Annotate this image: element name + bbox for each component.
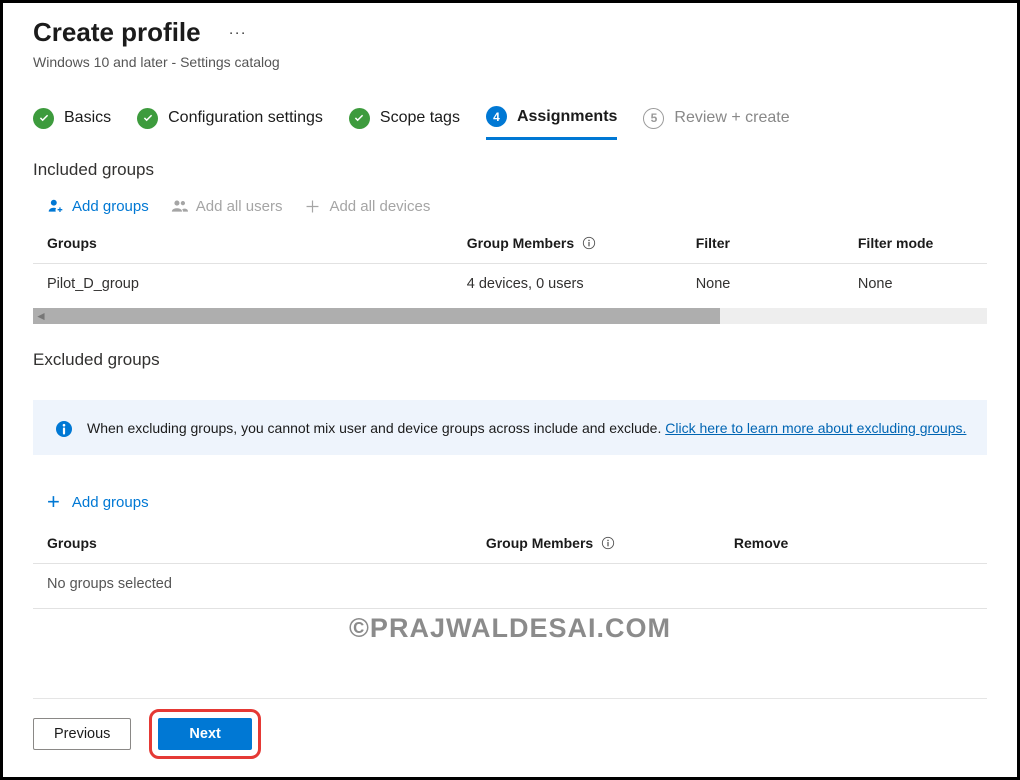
empty-message: No groups selected [33, 564, 987, 605]
info-icon [55, 420, 73, 438]
plus-icon [304, 198, 321, 215]
footer-divider [33, 698, 987, 699]
wizard-steps: Basics Configuration settings Scope tags… [33, 106, 987, 130]
previous-button[interactable]: Previous [33, 718, 131, 750]
col-group-members[interactable]: Group Members [453, 225, 682, 264]
info-icon[interactable] [601, 536, 615, 550]
add-all-users-button[interactable]: Add all users [171, 198, 283, 215]
check-icon [349, 108, 370, 129]
step-number-icon: 4 [486, 106, 507, 127]
scrollbar-thumb[interactable] [33, 308, 720, 324]
step-basics[interactable]: Basics [33, 108, 111, 129]
cell-filter-mode: None [844, 264, 987, 305]
step-label: Assignments [517, 108, 617, 126]
add-all-devices-button[interactable]: Add all devices [304, 198, 430, 215]
included-groups-table: Groups Group Members Filter Filter mode … [33, 225, 987, 304]
cell-filter: None [682, 264, 844, 305]
action-label: Add all devices [329, 198, 430, 215]
step-label: Basics [64, 109, 111, 127]
info-icon[interactable] [582, 236, 596, 250]
horizontal-scrollbar[interactable]: ◄ [33, 308, 987, 324]
excluded-groups-table: Groups Group Members Remove No groups se… [33, 525, 987, 604]
highlight-ring: Next [149, 709, 260, 759]
check-icon [33, 108, 54, 129]
step-assignments[interactable]: 4 Assignments [486, 106, 617, 140]
step-configuration-settings[interactable]: Configuration settings [137, 108, 323, 129]
table-row[interactable]: Pilot_D_group 4 devices, 0 users None No… [33, 264, 987, 305]
step-number-icon: 5 [643, 108, 664, 129]
step-label: Scope tags [380, 109, 460, 127]
people-icon [171, 198, 188, 215]
step-scope-tags[interactable]: Scope tags [349, 108, 460, 129]
cell-members: 4 devices, 0 users [453, 264, 682, 305]
action-label: Add all users [196, 198, 283, 215]
col-group-members[interactable]: Group Members [472, 525, 720, 564]
action-label: Add groups [72, 494, 149, 511]
info-link[interactable]: Click here to learn more about excluding… [665, 420, 966, 436]
watermark: ©PRAJWALDESAI.COM [349, 613, 671, 644]
step-label: Review + create [674, 109, 789, 127]
col-groups[interactable]: Groups [33, 225, 453, 264]
col-groups[interactable]: Groups [33, 525, 472, 564]
col-filter[interactable]: Filter [682, 225, 844, 264]
next-button[interactable]: Next [158, 718, 251, 750]
page-subtitle: Windows 10 and later - Settings catalog [33, 54, 987, 70]
more-actions-button[interactable]: ··· [229, 24, 247, 41]
action-label: Add groups [72, 198, 149, 215]
step-label: Configuration settings [168, 109, 323, 127]
excluded-groups-title: Excluded groups [33, 350, 987, 370]
step-review-create[interactable]: 5 Review + create [643, 108, 789, 129]
info-banner: When excluding groups, you cannot mix us… [33, 400, 987, 455]
check-icon [137, 108, 158, 129]
person-add-icon [47, 198, 64, 215]
included-groups-title: Included groups [33, 160, 987, 180]
excluded-add-groups-button[interactable]: + Add groups [47, 491, 987, 513]
cell-group: Pilot_D_group [33, 264, 453, 305]
plus-icon: + [47, 491, 60, 513]
table-row-empty: No groups selected [33, 564, 987, 605]
add-groups-button[interactable]: Add groups [47, 198, 149, 215]
info-text: When excluding groups, you cannot mix us… [87, 420, 665, 436]
col-filter-mode[interactable]: Filter mode [844, 225, 987, 264]
scroll-left-icon[interactable]: ◄ [35, 309, 47, 323]
page-title: Create profile [33, 17, 201, 48]
col-remove[interactable]: Remove [720, 525, 987, 564]
